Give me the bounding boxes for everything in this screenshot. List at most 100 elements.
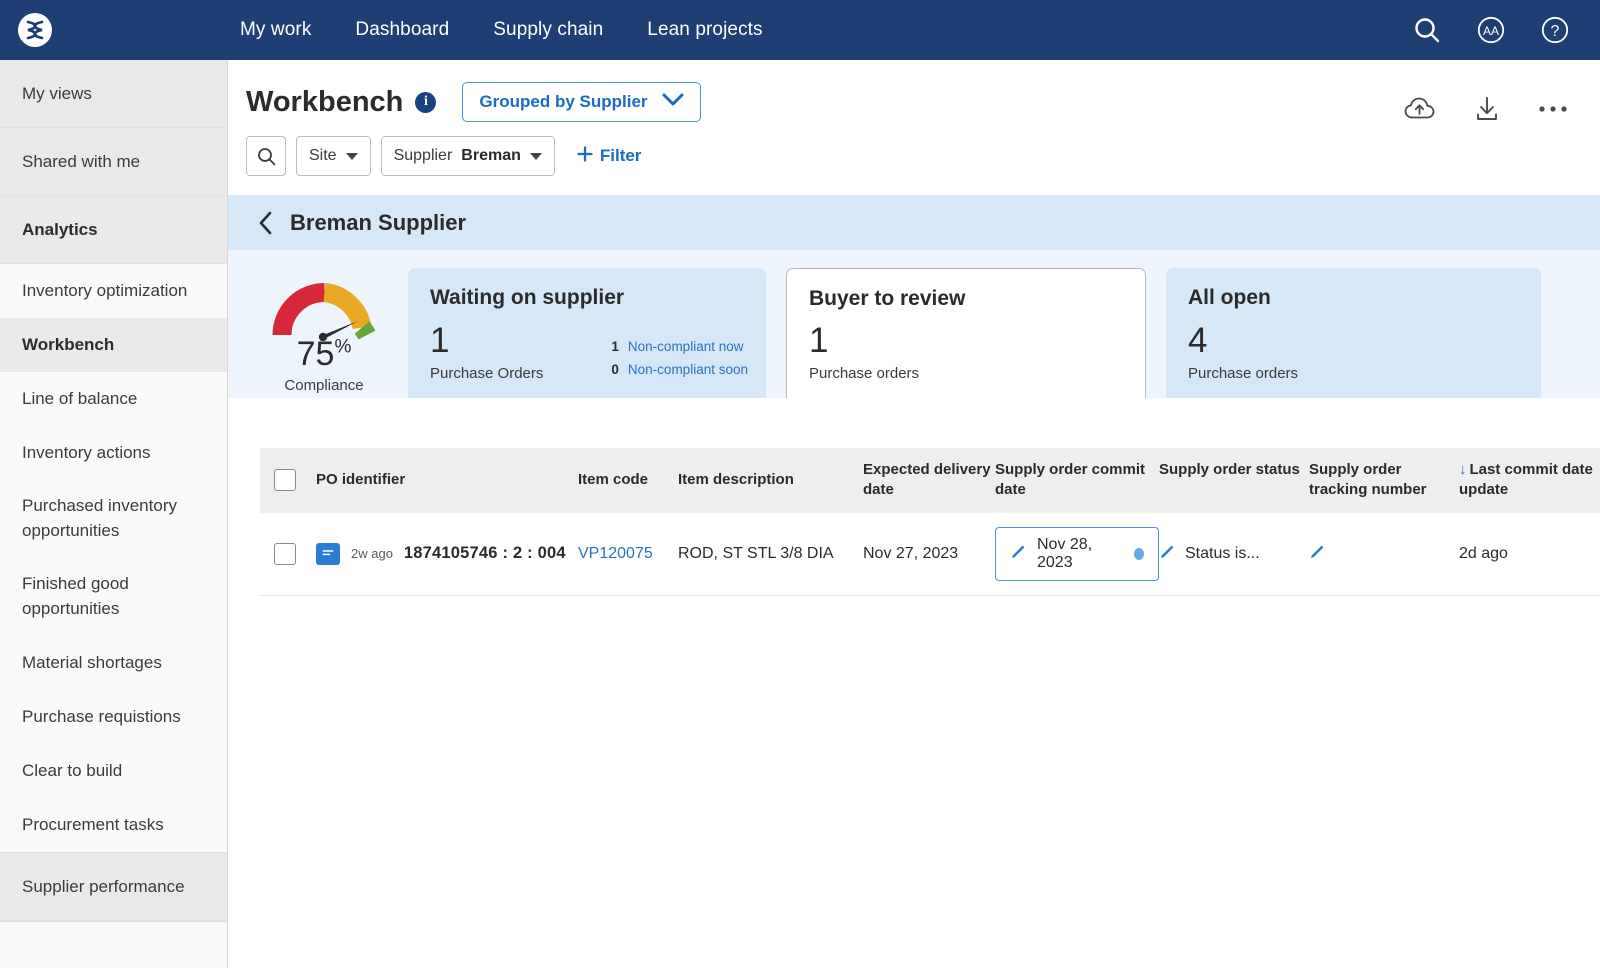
row-select-cell bbox=[260, 512, 316, 596]
site-filter-label: Site bbox=[309, 147, 337, 164]
column-header-item-description[interactable]: Item description bbox=[678, 448, 863, 513]
column-header-last-commit-date-update[interactable]: ↓ Last commit date update bbox=[1459, 448, 1600, 513]
non-compliant-now-row[interactable]: 1 Non-compliant now bbox=[611, 336, 748, 359]
kpi-card-title: Buyer to review bbox=[809, 287, 966, 310]
sidebar-item-finished-good-opportunities[interactable]: Finished good opportunities bbox=[0, 558, 227, 636]
comment-icon[interactable] bbox=[316, 542, 340, 565]
sidebar-bottom-section bbox=[0, 921, 227, 951]
app-root: My work Dashboard Supply chain Lean proj… bbox=[0, 0, 1600, 968]
svg-text:AA: AA bbox=[1483, 24, 1499, 38]
non-compliant-soon-count: 0 bbox=[611, 362, 619, 378]
table-header: PO identifier Item code Item description… bbox=[260, 448, 1600, 513]
supplier-filter[interactable]: Supplier Breman bbox=[380, 136, 555, 176]
sidebar-item-my-views[interactable]: My views bbox=[0, 60, 227, 128]
nav-link-dashboard[interactable]: Dashboard bbox=[355, 19, 449, 41]
text-size-icon[interactable]: AA bbox=[1476, 15, 1506, 45]
sidebar-item-inventory-optimization[interactable]: Inventory optimization bbox=[0, 264, 227, 318]
chevron-down-icon bbox=[529, 152, 542, 160]
nav-link-lean-projects[interactable]: Lean projects bbox=[647, 19, 762, 41]
add-filter-label: Filter bbox=[599, 146, 642, 165]
chevron-left-icon[interactable] bbox=[258, 211, 274, 235]
sidebar-item-label: Procurement tasks bbox=[22, 815, 164, 834]
download-icon[interactable] bbox=[1474, 96, 1500, 122]
commit-date-editor[interactable]: Nov 28, 2023 bbox=[995, 526, 1159, 581]
gauge-value: 75% bbox=[297, 337, 352, 371]
po-identifier-cell-content: 2w ago 1874105746 : 2 : 004 bbox=[316, 542, 578, 565]
more-options-icon[interactable] bbox=[1538, 104, 1568, 114]
nav-link-supply-chain[interactable]: Supply chain bbox=[493, 19, 603, 41]
kpi-card-buyer-to-review[interactable]: Buyer to review 1 Purchase orders bbox=[786, 268, 1146, 398]
sidebar-item-purchased-inventory-opportunities[interactable]: Purchased inventory opportunities bbox=[0, 480, 227, 558]
sidebar-item-purchase-requisitions[interactable]: Purchase requistions bbox=[0, 690, 227, 744]
sidebar-item-analytics[interactable]: Analytics bbox=[0, 196, 227, 264]
sidebar: My views Shared with me Analytics Invent… bbox=[0, 60, 228, 968]
page-title: Workbench bbox=[246, 85, 404, 118]
cloud-upload-icon[interactable] bbox=[1404, 96, 1436, 122]
gauge-unit: % bbox=[334, 336, 352, 358]
non-compliant-soon-row[interactable]: 0 Non-compliant soon bbox=[611, 359, 748, 382]
compliance-gauge: 75% Compliance bbox=[250, 276, 398, 398]
sidebar-item-label: Clear to build bbox=[22, 761, 123, 780]
kpi-card-all-open[interactable]: All open 4 Purchase orders bbox=[1166, 268, 1541, 398]
nav-link-my-work[interactable]: My work bbox=[240, 19, 311, 41]
search-icon[interactable] bbox=[1412, 15, 1442, 45]
sidebar-item-label: Workbench bbox=[22, 335, 115, 354]
non-compliant-now-label: Non-compliant now bbox=[627, 339, 744, 355]
grouped-by-dropdown[interactable]: Grouped by Supplier bbox=[462, 82, 701, 122]
info-icon[interactable]: i bbox=[415, 91, 437, 113]
sidebar-item-label: Line of balance bbox=[22, 389, 138, 408]
plus-icon bbox=[577, 145, 593, 167]
kpi-card-list: Waiting on supplier 1 Purchase Orders 1 … bbox=[408, 268, 1600, 398]
edit-pencil-icon bbox=[1010, 543, 1027, 565]
cell-supply-order-status: Status is... bbox=[1159, 512, 1309, 596]
sidebar-item-clear-to-build[interactable]: Clear to build bbox=[0, 744, 227, 798]
sidebar-item-shared-with-me[interactable]: Shared with me bbox=[0, 128, 227, 196]
column-header-supply-order-commit-date[interactable]: Supply order commit date bbox=[995, 448, 1159, 513]
purchase-order-table: PO identifier Item code Item description… bbox=[260, 448, 1600, 596]
column-header-supply-order-status[interactable]: Supply order status bbox=[1159, 448, 1309, 513]
non-compliant-now-count: 1 bbox=[611, 339, 619, 355]
gauge-icon bbox=[272, 283, 375, 341]
item-code-link[interactable]: VP120075 bbox=[578, 545, 653, 562]
column-header-item-code[interactable]: Item code bbox=[578, 448, 678, 513]
cell-po-identifier: 2w ago 1874105746 : 2 : 004 bbox=[316, 512, 578, 596]
sidebar-item-supplier-performance[interactable]: Supplier performance bbox=[0, 853, 227, 921]
search-input[interactable] bbox=[246, 136, 286, 176]
sidebar-item-procurement-tasks[interactable]: Procurement tasks bbox=[0, 798, 227, 852]
kpi-card-count: 4 bbox=[1188, 321, 1208, 360]
cell-item-code: VP120075 bbox=[578, 512, 678, 596]
table-row[interactable]: 2w ago 1874105746 : 2 : 004 VP120075 ROD… bbox=[260, 512, 1600, 596]
kpi-band: 75% Compliance Waiting on supplier 1 Pur… bbox=[228, 250, 1600, 398]
help-icon[interactable]: ? bbox=[1540, 15, 1570, 45]
sidebar-item-label: Finished good opportunities bbox=[22, 574, 129, 618]
sidebar-item-label: Inventory optimization bbox=[22, 281, 188, 300]
add-filter-button[interactable]: Filter bbox=[577, 145, 642, 167]
filter-toolbar: Site Supplier Breman Filter bbox=[228, 122, 1600, 176]
sidebar-item-material-shortages[interactable]: Material shortages bbox=[0, 636, 227, 690]
breadcrumb-label: Breman Supplier bbox=[290, 209, 467, 235]
tracking-number-editor[interactable] bbox=[1309, 543, 1459, 565]
column-header-supply-order-tracking-number[interactable]: Supply order tracking number bbox=[1309, 448, 1459, 513]
sidebar-item-inventory-actions[interactable]: Inventory actions bbox=[0, 426, 227, 480]
sidebar-item-label: Analytics bbox=[22, 219, 98, 239]
company-logo[interactable] bbox=[16, 11, 54, 49]
select-all-checkbox[interactable] bbox=[274, 469, 296, 492]
row-checkbox[interactable] bbox=[274, 542, 296, 565]
site-filter[interactable]: Site bbox=[296, 136, 371, 176]
sidebar-item-workbench[interactable]: Workbench bbox=[0, 318, 227, 372]
cell-expected-delivery-date: Nov 27, 2023 bbox=[863, 512, 995, 596]
kpi-card-side-stats: 1 Non-compliant now 0 Non-compliant soon bbox=[611, 336, 748, 382]
sidebar-item-label: Material shortages bbox=[22, 653, 162, 672]
kpi-card-waiting-on-supplier[interactable]: Waiting on supplier 1 Purchase Orders 1 … bbox=[408, 268, 766, 398]
column-header-expected-delivery-date[interactable]: Expected delivery date bbox=[863, 448, 995, 513]
sort-descending-icon: ↓ bbox=[1459, 461, 1467, 478]
page-header: Workbench i Grouped by Supplier Site Sup… bbox=[228, 60, 1600, 195]
non-compliant-soon-label: Non-compliant soon bbox=[627, 362, 748, 378]
sidebar-item-line-of-balance[interactable]: Line of balance bbox=[0, 372, 227, 426]
grouped-by-label: Grouped by Supplier bbox=[479, 92, 648, 111]
column-header-po-identifier[interactable]: PO identifier bbox=[316, 448, 578, 513]
cell-item-description: ROD, ST STL 3/8 DIA bbox=[678, 512, 863, 596]
status-editor[interactable]: Status is... bbox=[1159, 543, 1309, 565]
purchase-order-table-area: PO identifier Item code Item description… bbox=[228, 448, 1600, 596]
select-all-header bbox=[260, 448, 316, 513]
